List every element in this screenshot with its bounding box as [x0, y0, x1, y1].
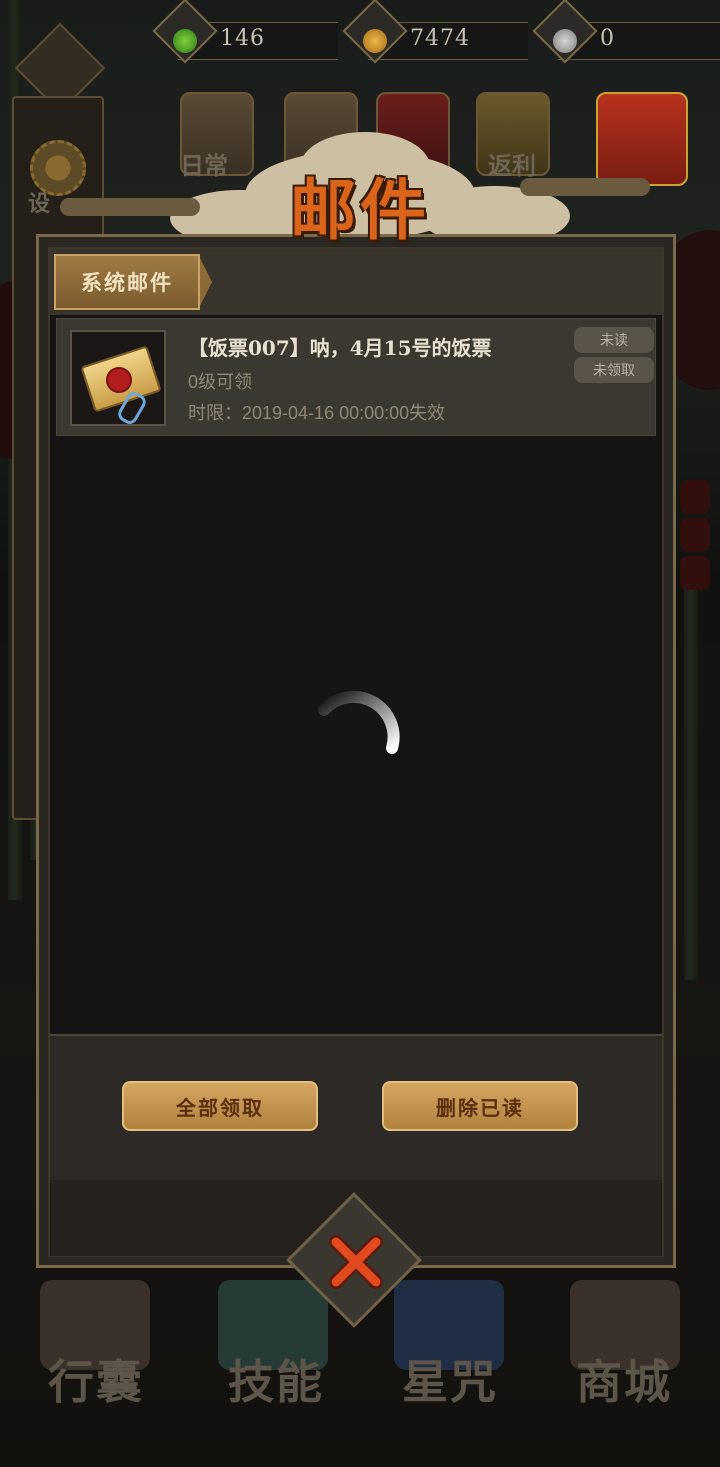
mail-item-title: 【饭票007】呐，4月15号的饭票	[188, 336, 492, 360]
mail-window-title: 邮件	[290, 171, 430, 249]
shop-nav-label: 商城	[576, 1355, 672, 1409]
mail-item-deadline: 时限：2019-04-16 00:00:00失效	[188, 403, 446, 423]
loading-spinner-icon	[318, 691, 400, 754]
tab-system-mail[interactable]: 系统邮件	[54, 254, 200, 310]
close-icon[interactable]	[326, 1232, 386, 1292]
claim-all-button[interactable]: 全部领取	[122, 1081, 318, 1131]
mail-item-level: 0级可领	[188, 372, 253, 392]
wax-seal-icon	[106, 367, 132, 393]
mail-claim-status-badge: 未领取	[574, 357, 654, 383]
silver-icon	[553, 29, 577, 53]
delete-read-button[interactable]: 删除已读	[382, 1081, 578, 1131]
mail-read-status-badge: 未读	[574, 327, 654, 353]
coin-icon	[363, 29, 387, 53]
coin-value: 7474	[410, 26, 470, 51]
silver-value: 0	[600, 26, 615, 51]
jade-value: 146	[220, 26, 265, 51]
skill-nav-label: 技能	[228, 1355, 324, 1409]
tab-arrow	[198, 254, 212, 310]
bag-nav-label: 行囊	[48, 1355, 144, 1409]
jade-icon	[173, 29, 197, 53]
star-nav-label: 星咒	[402, 1355, 498, 1409]
